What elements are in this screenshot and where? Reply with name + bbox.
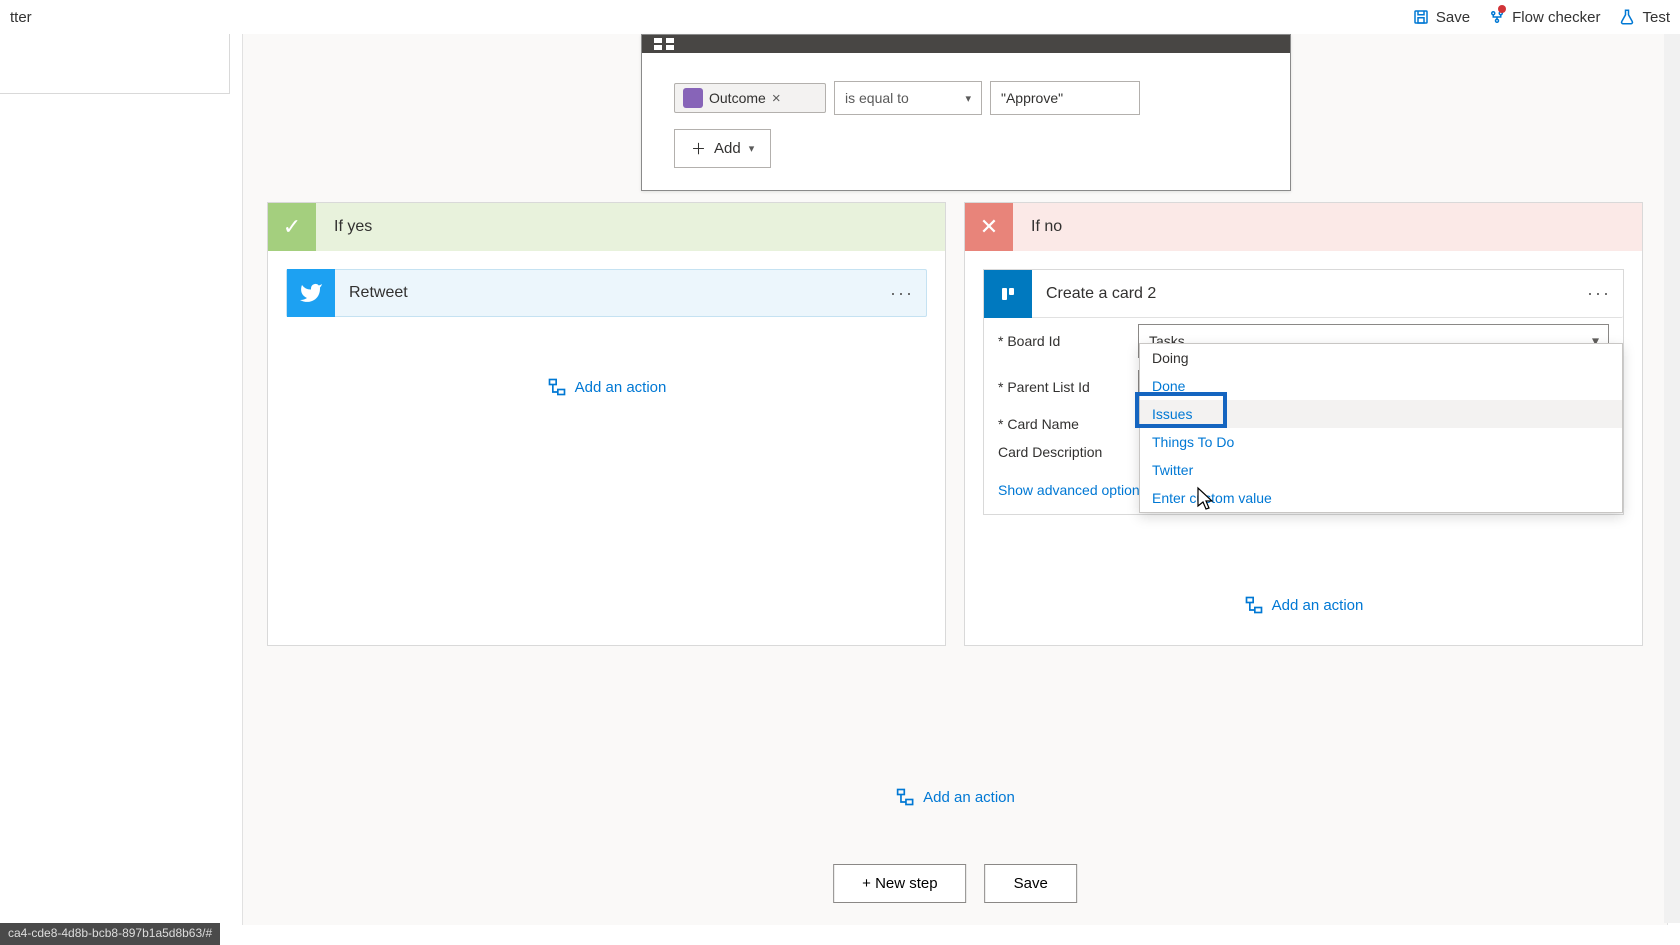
save-icon xyxy=(1412,8,1430,26)
add-condition-button[interactable]: ＋ Add ▾ xyxy=(674,129,771,168)
condition-value-input[interactable]: "Approve" xyxy=(990,81,1140,115)
outcome-token-label: Outcome xyxy=(709,90,766,106)
dropdown-enter-custom[interactable]: Enter custom value xyxy=(1140,484,1622,512)
test-label: Test xyxy=(1642,9,1670,26)
add-action-yes-label: Add an action xyxy=(575,379,667,396)
parent-list-dropdown: Doing Done Issues Things To Do Twitter E… xyxy=(1139,343,1623,513)
create-card-action: Create a card 2 ··· * Board Id Tasks ▾ xyxy=(983,269,1624,515)
save-button[interactable]: Save xyxy=(1412,8,1470,26)
save-label: Save xyxy=(1436,9,1470,26)
create-card-more-button[interactable]: ··· xyxy=(1575,283,1623,304)
add-label: Add xyxy=(714,140,741,157)
top-toolbar: tter Save Flow checker Test xyxy=(0,0,1680,34)
operator-label: is equal to xyxy=(845,90,909,106)
remove-token-button[interactable]: × xyxy=(772,90,781,107)
add-action-icon xyxy=(895,787,915,807)
parent-list-id-label: * Parent List Id xyxy=(998,379,1138,395)
add-action-root-label: Add an action xyxy=(923,789,1015,806)
chevron-down-icon: ▾ xyxy=(965,92,971,105)
condition-token[interactable]: Outcome × xyxy=(674,83,826,113)
twitter-icon xyxy=(287,269,335,317)
if-yes-branch: ✓ If yes Retweet ··· Add an action xyxy=(267,202,946,646)
if-no-header[interactable]: ✕ If no xyxy=(965,203,1642,251)
left-panel-stub xyxy=(0,34,230,94)
dropdown-option-twitter[interactable]: Twitter xyxy=(1140,456,1622,484)
add-action-yes[interactable]: Add an action xyxy=(286,377,927,397)
trello-icon xyxy=(984,270,1032,318)
add-action-root[interactable]: Add an action xyxy=(895,787,1015,807)
flow-checker-label: Flow checker xyxy=(1512,9,1600,26)
retweet-action-card[interactable]: Retweet ··· xyxy=(286,269,927,317)
dropdown-option-things-to-do[interactable]: Things To Do xyxy=(1140,428,1622,456)
if-yes-title: If yes xyxy=(334,218,372,236)
flow-checker-button[interactable]: Flow checker xyxy=(1488,8,1600,26)
condition-operator-select[interactable]: is equal to ▾ xyxy=(834,81,982,115)
add-action-icon xyxy=(547,377,567,397)
condition-header xyxy=(642,35,1290,53)
add-action-no[interactable]: Add an action xyxy=(983,595,1624,615)
if-no-title: If no xyxy=(1031,218,1062,236)
dropdown-option-doing[interactable]: Doing xyxy=(1140,344,1622,372)
card-description-label: Card Description xyxy=(998,444,1138,460)
new-step-button[interactable]: + New step xyxy=(833,864,966,903)
add-action-no-label: Add an action xyxy=(1272,597,1364,614)
if-yes-header[interactable]: ✓ If yes xyxy=(268,203,945,251)
test-icon xyxy=(1618,8,1636,26)
vertical-scrollbar[interactable] xyxy=(1664,34,1680,923)
close-icon: ✕ xyxy=(965,203,1013,251)
check-icon: ✓ xyxy=(268,203,316,251)
test-button[interactable]: Test xyxy=(1618,8,1670,26)
retweet-title: Retweet xyxy=(335,284,878,302)
if-no-branch: ✕ If no Create a card 2 ··· * Board Id xyxy=(964,202,1643,646)
show-advanced-label: Show advanced options xyxy=(998,482,1147,498)
chevron-down-icon: ▾ xyxy=(749,142,755,155)
status-bar: ca4-cde8-4d8b-bcb8-897b1a5d8b63/# xyxy=(0,923,220,945)
save-flow-button[interactable]: Save xyxy=(985,864,1077,903)
retweet-more-button[interactable]: ··· xyxy=(878,283,926,304)
dropdown-option-done[interactable]: Done xyxy=(1140,372,1622,400)
dropdown-option-issues[interactable]: Issues xyxy=(1140,400,1622,428)
card-name-label: * Card Name xyxy=(998,416,1138,432)
plus-icon: ＋ xyxy=(691,138,706,159)
page-title-fragment: tter xyxy=(10,9,1412,26)
create-card-header[interactable]: Create a card 2 ··· xyxy=(984,270,1623,318)
board-id-label: * Board Id xyxy=(998,333,1138,349)
outcome-token-icon xyxy=(683,88,703,108)
flow-canvas: Outcome × is equal to ▾ "Approve" ＋ Add … xyxy=(242,34,1668,925)
condition-icon xyxy=(654,38,674,50)
create-card-title: Create a card 2 xyxy=(1032,285,1575,303)
add-action-icon xyxy=(1244,595,1264,615)
condition-card[interactable]: Outcome × is equal to ▾ "Approve" ＋ Add … xyxy=(641,34,1291,191)
